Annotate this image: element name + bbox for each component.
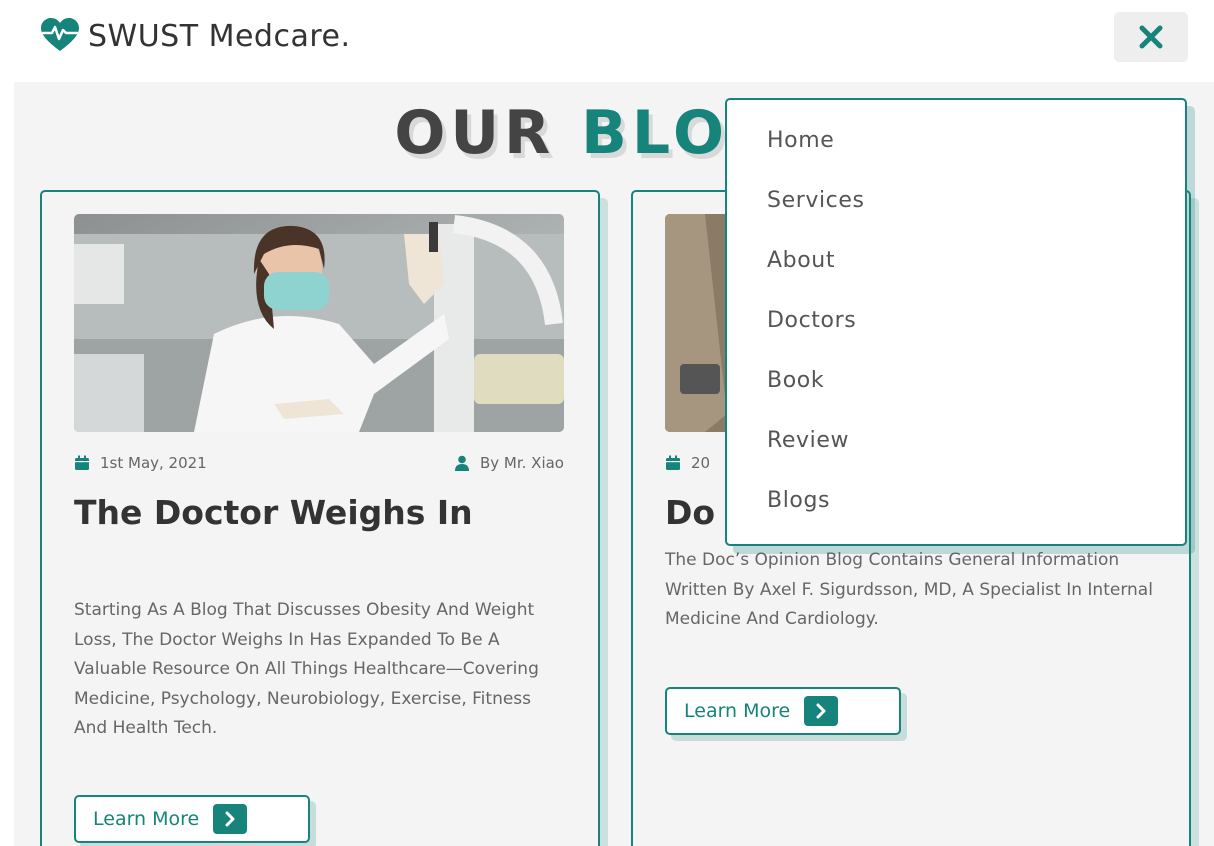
- calendar-icon: [666, 455, 680, 470]
- nav-item-home[interactable]: Home: [767, 124, 1185, 184]
- nav-dropdown-menu: Home Services About Doctors Book Review …: [725, 98, 1187, 546]
- calendar-icon: [75, 455, 89, 470]
- heartbeat-icon: [40, 18, 80, 54]
- chevron-right-icon: [213, 804, 248, 834]
- close-icon: [1139, 25, 1163, 49]
- chevron-right-icon: [804, 696, 839, 726]
- blog-author: By Mr. Xiao: [454, 454, 564, 472]
- header: SWUST Medcare.: [0, 0, 1214, 82]
- blog-meta: 1st May, 2021 By Mr. Xiao: [74, 454, 564, 476]
- logo-text: SWUST Medcare.: [88, 18, 351, 54]
- blog-excerpt: Starting As A Blog That Discusses Obesit…: [74, 600, 539, 738]
- nav-item-review[interactable]: Review: [767, 424, 1185, 484]
- heading-part-2: BLO: [581, 98, 729, 168]
- nav-item-doctors[interactable]: Doctors: [767, 304, 1185, 364]
- blog-date: 1st May, 2021: [74, 454, 207, 472]
- learn-more-label: Learn More: [93, 808, 200, 830]
- blog-image-doctor-with-mask[interactable]: [74, 214, 564, 432]
- logo[interactable]: SWUST Medcare.: [40, 18, 351, 54]
- blog-excerpt: The Doc’s Opinion Blog Contains General …: [665, 550, 1153, 629]
- blog-author-text: By Mr. Xiao: [479, 454, 564, 472]
- blog-title: The Doctor Weighs In: [74, 493, 473, 532]
- blog-card: 1st May, 2021 By Mr. Xiao The Doctor Wei…: [40, 190, 600, 846]
- heading-part-1: OUR: [394, 98, 556, 168]
- blog-date: 20: [665, 454, 710, 472]
- nav-item-about[interactable]: About: [767, 244, 1185, 304]
- blog-date-text: 20: [691, 454, 711, 472]
- blog-date-text: 1st May, 2021: [100, 454, 207, 472]
- close-menu-button[interactable]: [1114, 12, 1188, 62]
- nav-item-blogs[interactable]: Blogs: [767, 484, 1185, 544]
- learn-more-button[interactable]: Learn More: [74, 795, 310, 843]
- nav-item-book[interactable]: Book: [767, 364, 1185, 424]
- user-icon: [454, 455, 469, 471]
- section-heading: OUR BLO: [14, 98, 729, 168]
- nav-item-services[interactable]: Services: [767, 184, 1185, 244]
- learn-more-label: Learn More: [684, 700, 791, 722]
- learn-more-button[interactable]: Learn More: [665, 687, 901, 735]
